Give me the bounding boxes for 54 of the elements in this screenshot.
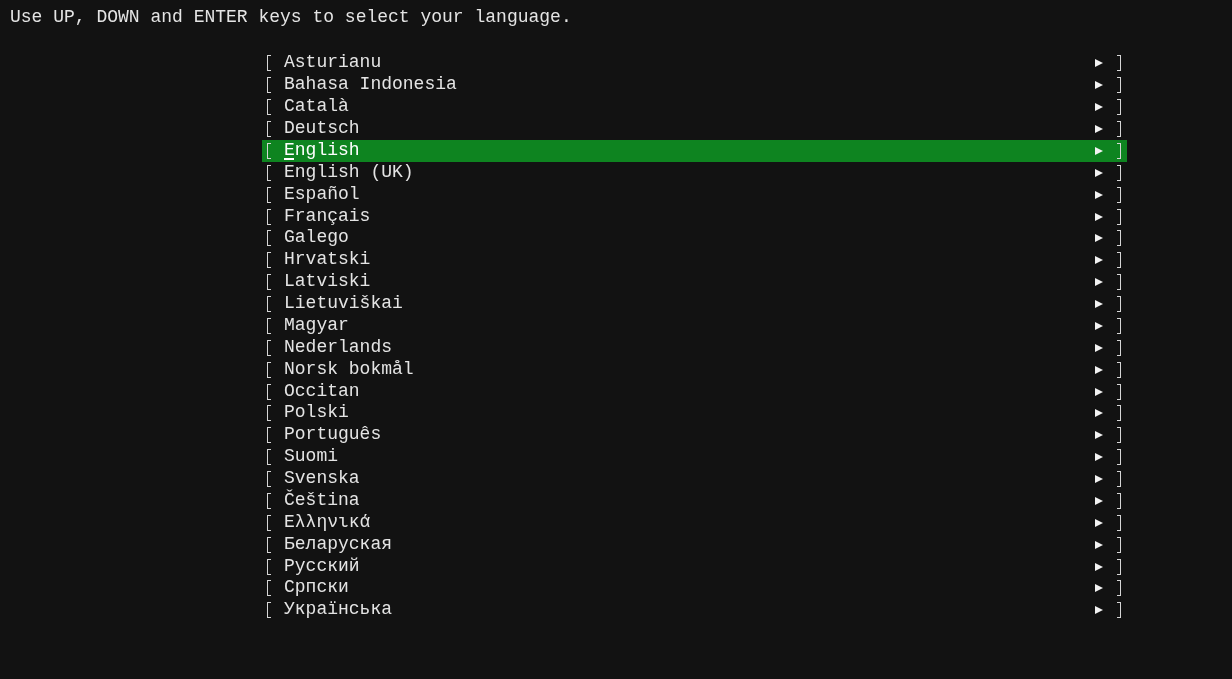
language-option[interactable]: Ελληνικά bbox=[262, 511, 1127, 534]
caret-icon bbox=[1095, 190, 1103, 199]
language-option[interactable]: Polski bbox=[262, 402, 1127, 425]
language-option[interactable]: Čeština bbox=[262, 489, 1127, 512]
language-option[interactable]: Deutsch bbox=[262, 118, 1127, 140]
language-option[interactable]: Magyar bbox=[262, 314, 1127, 337]
caret-icon bbox=[1095, 431, 1103, 440]
caret-icon bbox=[1095, 562, 1103, 571]
caret-icon bbox=[1095, 300, 1103, 309]
language-option[interactable]: Hrvatski bbox=[262, 249, 1127, 272]
caret-icon bbox=[1095, 365, 1103, 374]
caret-icon bbox=[1095, 234, 1103, 243]
language-option[interactable]: Asturianu bbox=[262, 52, 1127, 75]
language-option[interactable]: English bbox=[262, 139, 1127, 162]
language-option[interactable]: Français bbox=[262, 205, 1127, 228]
caret-icon bbox=[1095, 321, 1103, 330]
language-option[interactable]: Norsk bokmål bbox=[262, 358, 1127, 381]
caret-icon bbox=[1095, 103, 1103, 112]
language-option[interactable]: Русский bbox=[262, 555, 1127, 578]
caret-icon bbox=[1095, 168, 1103, 177]
caret-icon bbox=[1095, 584, 1103, 593]
caret-icon bbox=[1095, 256, 1103, 265]
caret-icon bbox=[1095, 453, 1103, 462]
caret-icon bbox=[1095, 343, 1103, 352]
language-option[interactable]: Latviski bbox=[262, 271, 1127, 294]
caret-icon bbox=[1095, 475, 1103, 484]
language-option[interactable]: Occitan bbox=[262, 380, 1127, 403]
caret-icon bbox=[1095, 125, 1103, 134]
caret-icon bbox=[1095, 606, 1103, 615]
language-option[interactable]: Español bbox=[262, 183, 1127, 206]
caret-icon bbox=[1095, 278, 1103, 287]
language-option[interactable]: Svenska bbox=[262, 468, 1127, 490]
language-option[interactable]: Nederlands bbox=[262, 336, 1127, 359]
caret-icon bbox=[1095, 59, 1103, 68]
caret-icon bbox=[1095, 540, 1103, 549]
language-option[interactable]: English (UK) bbox=[262, 161, 1127, 184]
language-option[interactable]: Беларуская bbox=[262, 533, 1127, 556]
language-option[interactable]: Português bbox=[262, 424, 1127, 447]
language-option[interactable]: Galego bbox=[262, 227, 1127, 250]
language-option[interactable]: Català bbox=[262, 96, 1127, 119]
language-option[interactable]: Bahasa Indonesia bbox=[262, 74, 1127, 97]
language-option[interactable]: Suomi bbox=[262, 446, 1127, 469]
caret-icon bbox=[1095, 146, 1103, 155]
caret-icon bbox=[1095, 409, 1103, 418]
language-option[interactable]: Українська bbox=[262, 599, 1127, 622]
text-cursor-icon bbox=[284, 157, 294, 160]
language-option[interactable]: Lietuviškai bbox=[262, 293, 1127, 315]
caret-icon bbox=[1095, 518, 1103, 527]
caret-icon bbox=[1095, 387, 1103, 396]
caret-icon bbox=[1095, 496, 1103, 505]
language-option[interactable]: Српски bbox=[262, 577, 1127, 600]
caret-icon bbox=[1095, 212, 1103, 221]
caret-icon bbox=[1095, 81, 1103, 90]
instruction-text: Use UP, DOWN and ENTER keys to select your language. bbox=[10, 7, 572, 29]
